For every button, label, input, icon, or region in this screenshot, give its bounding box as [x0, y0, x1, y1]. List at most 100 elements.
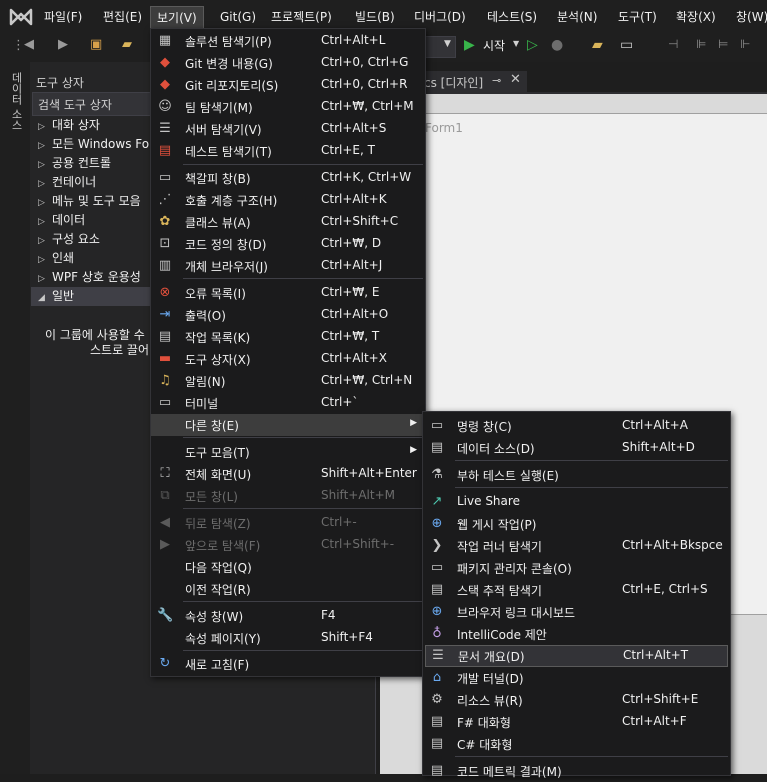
menu-tools[interactable]: 도구(T) — [618, 8, 657, 26]
menu-test[interactable]: 테스트(S) — [487, 8, 537, 26]
menu-edit[interactable]: 편집(E) — [103, 8, 142, 26]
live-share-icon: ↗ — [431, 494, 443, 509]
menu-item-git-repository[interactable]: ◆ Git 리포지토리(S) Ctrl+0, Ctrl+R — [151, 74, 425, 96]
menu-item-property-pages[interactable]: 속성 페이지(Y) Shift+F4 — [151, 627, 425, 649]
menu-item-web-publish[interactable]: ⊕ 웹 게시 작업(P) — [423, 513, 730, 535]
menu-item-error-list[interactable]: ⊗ 오류 목록(I) Ctrl+₩, E — [151, 282, 425, 304]
menu-extensions[interactable]: 확장(X) — [676, 8, 716, 26]
pin-icon[interactable]: ⊸ — [492, 74, 501, 87]
menu-item-all-windows[interactable]: ⧉ 모든 창(L) Shift+Alt+M — [151, 485, 425, 507]
start-button[interactable]: 시작 — [483, 37, 505, 55]
menu-item-bookmark-window[interactable]: ▭ 책갈피 창(B) Ctrl+K, Ctrl+W — [151, 167, 425, 189]
align-left-icon[interactable]: ⊫ — [696, 37, 706, 51]
document-tab-label: cs [디자인] — [424, 76, 484, 90]
menu-item-call-hierarchy[interactable]: ⋰ 호출 계층 구조(H) Ctrl+Alt+K — [151, 189, 425, 211]
menu-git[interactable]: Git(G) — [220, 8, 256, 26]
menu-item-notifications[interactable]: ♫ 알림(N) Ctrl+₩, Ctrl+N — [151, 370, 425, 392]
output-icon: ⇥ — [159, 307, 171, 322]
menu-item-shortcut: Ctrl+Alt+L — [321, 33, 386, 47]
menu-item-terminal[interactable]: ▭ 터미널 Ctrl+` — [151, 392, 425, 414]
menu-item-csharp-interactive[interactable]: ▤ C# 대화형 — [423, 733, 730, 755]
hot-reload-icon[interactable]: ● — [551, 37, 563, 53]
menu-item-solution-explorer[interactable]: ▦ 솔루션 탐색기(P) Ctrl+Alt+L — [151, 30, 425, 52]
toolbox-category[interactable]: ▷ 메뉴 및 도구 모음 — [38, 192, 141, 211]
menu-item-output[interactable]: ⇥ 출력(O) Ctrl+Alt+O — [151, 304, 425, 326]
data-sources-tab[interactable]: 데이터 소스 — [8, 72, 24, 131]
folder-icon[interactable]: ▰ — [592, 37, 603, 53]
menu-item-code-metrics[interactable]: ▤ 코드 메트릭 결과(M) — [423, 760, 730, 782]
new-project-icon[interactable]: ▣ — [90, 37, 102, 52]
menu-item-object-browser[interactable]: ▥ 개체 브라우저(J) Ctrl+Alt+J — [151, 255, 425, 277]
menu-item-label: 코드 메트릭 결과(M) — [457, 765, 562, 779]
toolbox-category[interactable]: ▷ 구성 요소 — [38, 230, 100, 249]
menu-item-data-sources[interactable]: ▤ 데이터 소스(D) Shift+Alt+D — [423, 437, 730, 459]
menu-item-command-window[interactable]: ▭ 명령 창(C) Ctrl+Alt+A — [423, 415, 730, 437]
menu-item-resource-view[interactable]: ⚙ 리소스 뷰(R) Ctrl+Shift+E — [423, 689, 730, 711]
menu-item-other-windows[interactable]: 다른 창(E) ▶ — [151, 414, 425, 436]
menu-item-document-outline[interactable]: ☰ 문서 개요(D) Ctrl+Alt+T — [425, 645, 728, 667]
menu-item-properties-window[interactable]: 🔧 속성 창(W) F4 — [151, 605, 425, 627]
menu-item-full-screen[interactable]: ⛶ 전체 화면(U) Shift+Alt+Enter — [151, 463, 425, 485]
menu-analyze[interactable]: 분석(N) — [557, 8, 597, 26]
start-dropdown-icon[interactable]: ▼ — [513, 39, 519, 48]
menu-item-task-runner[interactable]: ❯ 작업 러너 탐색기 Ctrl+Alt+Bkspce — [423, 535, 730, 557]
toolbox-category[interactable]: ▷ 컨테이너 — [38, 173, 96, 192]
menu-item-dev-tunnel[interactable]: ⌂ 개발 터널(D) — [423, 667, 730, 689]
menu-window[interactable]: 창(W) — [736, 8, 767, 26]
menu-item-label: 스택 추적 탐색기 — [457, 584, 542, 598]
toolbox-category[interactable]: ▷ 인쇄 — [38, 249, 74, 268]
menu-item-navigate-back[interactable]: ◀ 뒤로 탐색(Z) Ctrl+- — [151, 512, 425, 534]
start-icon[interactable]: ▶ — [464, 37, 475, 53]
visual-studio-logo-icon[interactable] — [8, 6, 34, 28]
menu-item-stack-trace[interactable]: ▤ 스택 추적 탐색기 Ctrl+E, Ctrl+S — [423, 579, 730, 601]
menu-item-test-explorer[interactable]: ▤ 테스트 탐색기(T) Ctrl+E, T — [151, 140, 425, 162]
menu-build[interactable]: 빌드(B) — [355, 8, 395, 26]
menu-item-navigate-forward[interactable]: ▶ 앞으로 탐색(F) Ctrl+Shift+- — [151, 534, 425, 556]
menu-item-toolbox[interactable]: ▬ 도구 상자(X) Ctrl+Alt+X — [151, 348, 425, 370]
menu-item-shortcut: Ctrl+₩, E — [321, 285, 380, 299]
category-label: 컨테이너 — [52, 175, 97, 189]
toolbox-category-general[interactable]: ◢ 일반 — [38, 287, 74, 306]
toolbox-category[interactable]: ▷ 데이터 — [38, 211, 85, 230]
menu-item-shortcut: Shift+F4 — [321, 630, 373, 644]
configuration-dropdown[interactable]: ▼ — [424, 36, 456, 58]
menu-debug[interactable]: 디버그(D) — [414, 8, 466, 26]
start-without-debugging-icon[interactable]: ▷ — [527, 37, 538, 53]
menu-item-live-share[interactable]: ↗ Live Share — [423, 491, 730, 513]
menu-item-code-definition[interactable]: ⊡ 코드 정의 창(D) Ctrl+₩, D — [151, 233, 425, 255]
forward-icon[interactable]: ▶ — [58, 37, 68, 52]
menu-item-previous-task[interactable]: 이전 작업(R) — [151, 578, 425, 600]
toolbox-category[interactable]: ▷ WPF 상호 운용성 — [38, 268, 141, 287]
menu-item-refresh[interactable]: ↻ 새로 고침(F) — [151, 653, 425, 675]
menu-item-label: 팀 탐색기(M) — [185, 101, 253, 115]
menu-item-class-view[interactable]: ✿ 클래스 뷰(A) Ctrl+Shift+C — [151, 211, 425, 233]
back-icon[interactable]: ◀ — [24, 37, 34, 52]
menu-item-intellicode[interactable]: ♁ IntelliCode 제안 — [423, 623, 730, 645]
layout-icon[interactable]: ▭ — [620, 37, 633, 53]
menu-item-package-manager[interactable]: ▭ 패키지 관리자 콘솔(O) — [423, 557, 730, 579]
close-icon[interactable]: ✕ — [510, 72, 521, 87]
menu-item-task-list[interactable]: ▤ 작업 목록(K) Ctrl+₩, T — [151, 326, 425, 348]
browser-link-icon: ⊕ — [431, 604, 443, 619]
open-folder-icon[interactable]: ▰ — [122, 37, 132, 52]
menu-item-shortcut: Shift+Alt+Enter — [321, 466, 417, 480]
align-right-icon[interactable]: ⊩ — [740, 37, 750, 51]
toolbox-category[interactable]: ▷ 공용 컨트롤 — [38, 154, 111, 173]
menu-item-fsharp-interactive[interactable]: ▤ F# 대화형 Ctrl+Alt+F — [423, 711, 730, 733]
menu-item-next-task[interactable]: 다음 작업(Q) — [151, 556, 425, 578]
toolbox-category[interactable]: ▷ 대화 상자 — [38, 116, 100, 135]
menu-separator — [455, 460, 728, 461]
menu-item-git-changes[interactable]: ◆ Git 변경 내용(G) Ctrl+0, Ctrl+G — [151, 52, 425, 74]
menu-item-load-test[interactable]: ⚗ 부하 테스트 실행(E) — [423, 464, 730, 486]
align-icon[interactable]: ⊣ — [668, 37, 678, 51]
menu-item-team-explorer[interactable]: ☺ 팀 탐색기(M) Ctrl+₩, Ctrl+M — [151, 96, 425, 118]
menu-project[interactable]: 프로젝트(P) — [271, 8, 332, 26]
menu-file[interactable]: 파일(F) — [44, 8, 82, 26]
align-center-icon[interactable]: ⊨ — [718, 37, 728, 51]
menu-item-browser-link[interactable]: ⊕ 브라우저 링크 대시보드 — [423, 601, 730, 623]
menu-item-label: 부하 테스트 실행(E) — [457, 469, 559, 483]
form-title: Form1 — [425, 121, 463, 135]
menu-item-server-explorer[interactable]: ☰ 서버 탐색기(V) Ctrl+Alt+S — [151, 118, 425, 140]
menu-item-toolbars[interactable]: 도구 모음(T) ▶ — [151, 441, 425, 463]
menu-item-label: 이전 작업(R) — [185, 583, 251, 597]
